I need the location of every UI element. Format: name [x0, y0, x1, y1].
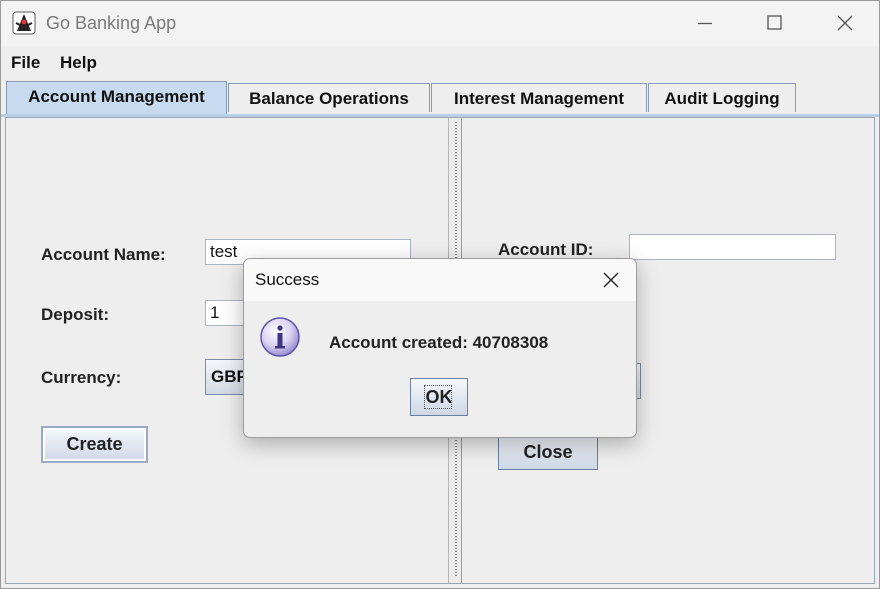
tab-audit-logging[interactable]: Audit Logging [648, 83, 796, 112]
info-icon [260, 317, 300, 357]
maximize-icon [767, 15, 782, 30]
window-title: Go Banking App [46, 13, 177, 33]
close-window-button[interactable] [810, 1, 879, 46]
menu-bar: File Help [1, 46, 879, 78]
app-window: Go Banking App File Help Account Managem… [0, 0, 880, 589]
ok-button[interactable]: OK [410, 378, 468, 416]
close-icon [603, 272, 619, 288]
currency-label: Currency: [41, 368, 122, 387]
create-button[interactable]: Create [41, 426, 148, 463]
dialog-close-button[interactable] [594, 267, 628, 293]
account-id-input[interactable] [629, 234, 836, 260]
close-account-button[interactable]: Close [498, 434, 598, 470]
account-id-label: Account ID: [498, 240, 594, 259]
focus-ring [424, 385, 452, 409]
menu-help[interactable]: Help [60, 53, 97, 73]
minimize-button[interactable] [670, 1, 740, 46]
tab-interest-management[interactable]: Interest Management [431, 83, 647, 112]
maximize-button[interactable] [740, 1, 810, 46]
dialog-title-bar[interactable]: Success [244, 259, 636, 301]
close-icon [837, 15, 853, 31]
tab-account-management[interactable]: Account Management [6, 81, 227, 115]
account-name-label: Account Name: [41, 245, 166, 264]
title-bar[interactable]: Go Banking App [1, 1, 879, 46]
java-duke-icon [12, 11, 36, 35]
deposit-label: Deposit: [41, 305, 109, 324]
dialog-title: Success [255, 270, 320, 289]
success-dialog: Success Account created: 40708308 OK [243, 258, 637, 438]
menu-file[interactable]: File [11, 53, 40, 73]
dialog-message: Account created: 40708308 [329, 333, 549, 352]
tab-balance-operations[interactable]: Balance Operations [228, 83, 430, 112]
minimize-icon [698, 22, 712, 25]
